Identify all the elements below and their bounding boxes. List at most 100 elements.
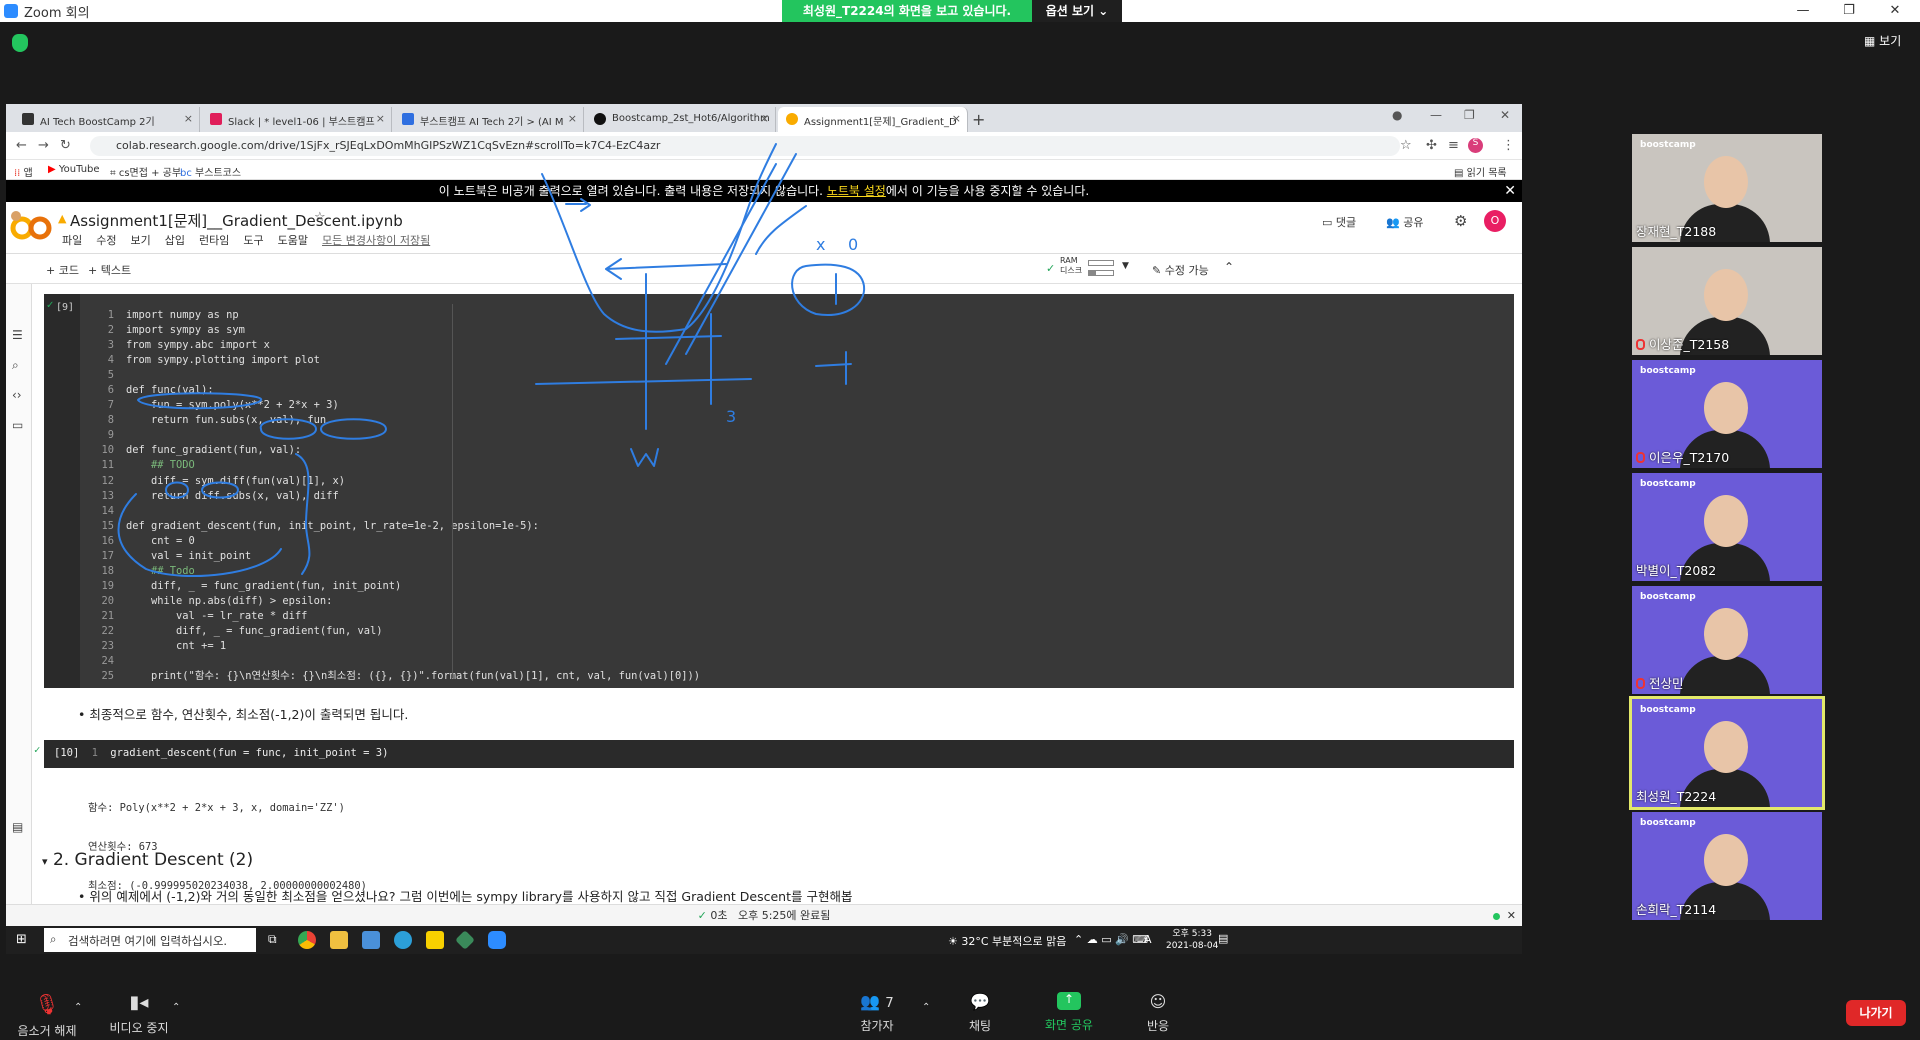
task-view-icon[interactable]: ⧉ — [268, 932, 277, 947]
windows-start-icon[interactable]: ⊞ — [16, 932, 27, 947]
menu-edit[interactable]: 수정 — [96, 232, 116, 248]
leave-meeting-button[interactable]: 나가기 — [1846, 1000, 1906, 1026]
tab-github[interactable]: Boostcamp_2st_Hot6/Algorithm × — [586, 107, 776, 132]
tab-ai-tech[interactable]: AI Tech BoostCamp 2기 × — [14, 107, 200, 132]
view-options-button[interactable]: 옵션 보기 ⌄ — [1032, 0, 1122, 22]
participant-tile[interactable]: boostcamp 손희락_T2114 — [1632, 812, 1822, 920]
view-layout-button[interactable]: ▦ 보기 — [1864, 32, 1901, 49]
tab-slack[interactable]: Slack | * level1-06 | 부스트캠프 × — [202, 107, 392, 132]
video-options-chevron[interactable]: ⌃ — [172, 1002, 180, 1013]
reload-icon[interactable]: ↻ — [60, 138, 71, 153]
browser-maximize-button[interactable]: ❐ — [1464, 108, 1475, 122]
participant-tile[interactable]: boostcamp 박별이_T2082 — [1632, 473, 1822, 581]
menu-runtime[interactable]: 런타임 — [199, 232, 229, 248]
zoom-taskbar-icon[interactable] — [488, 931, 506, 949]
menu-help[interactable]: 도움말 — [278, 232, 308, 248]
collapse-section-icon[interactable]: ▾ — [42, 855, 48, 868]
back-arrow-icon[interactable]: ← — [16, 138, 27, 153]
file-explorer-icon[interactable] — [330, 931, 348, 949]
maximize-button[interactable]: ❐ — [1826, 0, 1872, 22]
search-icon[interactable]: ⌕ — [12, 358, 19, 373]
add-text-button[interactable]: + 텍스트 — [88, 262, 131, 278]
ime-indicator[interactable]: A — [1144, 933, 1152, 946]
reading-list-icon[interactable]: ≡ — [1448, 138, 1459, 153]
bookmark-boostcourse[interactable]: bc 부스트코스 — [180, 164, 241, 179]
close-status-icon[interactable]: ✕ — [1507, 905, 1516, 927]
share-button[interactable]: 👥 공유 — [1386, 214, 1423, 230]
colab-logo[interactable] — [10, 206, 58, 246]
run-ok-icon[interactable]: ✓ — [46, 300, 54, 311]
code-editor[interactable]: 1 import numpy as np 2 import sympy as sym 3… — [88, 308, 700, 684]
close-tab-icon[interactable]: × — [568, 112, 577, 125]
resource-dropdown-icon[interactable]: ▼ — [1122, 261, 1129, 271]
forward-arrow-icon[interactable]: → — [38, 138, 49, 153]
share-screen-button[interactable]: ↑ 화면 공유 — [1036, 992, 1102, 1033]
menu-view[interactable]: 보기 — [131, 232, 151, 248]
bookmark-youtube[interactable]: ▶ YouTube — [48, 164, 100, 175]
collapse-chevron-icon[interactable]: ⌃ — [1224, 260, 1234, 274]
code-cell-10[interactable]: ✓ [10] 1 gradient_descent(fun = func, in… — [34, 740, 1514, 768]
audio-options-chevron[interactable]: ⌃ — [74, 1002, 82, 1013]
add-code-button[interactable]: + 코드 — [46, 262, 79, 278]
reactions-button[interactable]: ☺ 반응 — [1138, 992, 1178, 1034]
menu-tools[interactable]: 도구 — [243, 232, 263, 248]
url-field[interactable]: colab.research.google.com/drive/1SjFx_rS… — [90, 136, 1400, 156]
settings-gear-icon[interactable]: ⚙ — [1454, 212, 1467, 230]
close-tab-icon[interactable]: × — [184, 112, 193, 125]
profile-avatar[interactable]: S — [1468, 138, 1483, 153]
close-window-button[interactable]: ✕ — [1872, 0, 1918, 22]
chrome-menu-icon[interactable]: ⋮ — [1502, 138, 1515, 153]
saved-status[interactable]: 모든 변경사항이 저장됨 — [322, 232, 430, 248]
extensions-icon[interactable]: ✣ — [1426, 138, 1437, 153]
unmute-button[interactable]: 🎙 음소거 해제 — [12, 992, 82, 1039]
sticky-notes-icon[interactable] — [426, 931, 444, 949]
tab-colab[interactable]: Assignment1[문제]_Gradient_D × — [778, 107, 968, 132]
terminal-icon[interactable]: ▤ — [12, 820, 23, 834]
close-notice-icon[interactable]: ✕ — [1504, 180, 1516, 202]
bookmark-cs[interactable]: ⌗ cs면접 + 공부 — [110, 164, 181, 179]
comment-button[interactable]: ▭ 댓글 — [1322, 214, 1356, 230]
toc-icon[interactable]: ☰ — [12, 328, 23, 342]
notebook-title[interactable]: Assignment1[문제]__Gradient_Descent.ipynb — [70, 210, 403, 231]
menu-insert[interactable]: 삽입 — [165, 232, 185, 248]
reading-list-button[interactable]: ▤ 읽기 목록 — [1454, 164, 1507, 179]
resource-labels[interactable]: RAM 디스크 — [1060, 256, 1082, 276]
run-ok-icon[interactable]: ✓ — [34, 744, 40, 756]
participant-tile[interactable]: boostcamp 장재현_T2188 — [1632, 134, 1822, 242]
participants-chevron[interactable]: ⌃ — [922, 1002, 930, 1013]
chat-button[interactable]: 💬 채팅 — [960, 992, 1000, 1034]
weather-widget[interactable]: ☀ 32°C 부분적으로 맑음 — [948, 933, 1066, 949]
participant-tile[interactable]: boostcamp 최성원_T2224 — [1629, 696, 1825, 810]
star-icon[interactable]: ☆ — [314, 210, 326, 225]
security-shield-icon[interactable] — [12, 34, 28, 52]
files-folder-icon[interactable]: ▭ — [12, 418, 23, 432]
notebook-settings-link[interactable]: 노트북 설정 — [827, 184, 886, 198]
participants-button[interactable]: 👥 7 참가자 — [852, 992, 902, 1034]
notification-icon[interactable]: ▤ — [1218, 932, 1228, 945]
participant-tile[interactable]: 이상준_T2158 — [1632, 247, 1822, 355]
close-tab-icon[interactable]: × — [376, 112, 385, 125]
minimize-button[interactable]: — — [1780, 0, 1826, 22]
section-heading[interactable]: ▾ 2. Gradient Descent (2) — [42, 850, 253, 870]
code-cell-9[interactable]: ✓ [9] 1 import numpy as np 2 import sympy a… — [44, 294, 1514, 688]
code-snippets-icon[interactable]: ‹› — [12, 388, 22, 402]
close-tab-icon[interactable]: × — [952, 112, 961, 125]
edge-icon[interactable] — [394, 931, 412, 949]
participant-tile[interactable]: boostcamp 전상민 — [1632, 586, 1822, 694]
close-tab-icon[interactable]: × — [760, 112, 769, 125]
apps-grid-icon[interactable]: ⁞⁞ 앱 — [14, 164, 33, 179]
edit-mode-button[interactable]: ✎ 수정 가능 — [1152, 262, 1209, 278]
profile-circle-icon[interactable]: ● — [1392, 108, 1402, 122]
sourcetree-icon[interactable] — [455, 930, 475, 950]
browser-minimize-button[interactable]: — — [1430, 108, 1442, 122]
store-icon[interactable] — [362, 931, 380, 949]
taskbar-clock[interactable]: 오후 5:33 2021-08-04 — [1166, 928, 1218, 952]
tray-icons[interactable]: ⌃ ☁ ▭ 🔊 ⌨ — [1074, 933, 1148, 946]
chrome-icon[interactable] — [298, 931, 316, 949]
participant-tile[interactable]: boostcamp 이은우_T2170 — [1632, 360, 1822, 468]
tab-boostcamp[interactable]: 부스트캠프 AI Tech 2기 > (AI M × — [394, 107, 584, 132]
new-tab-button[interactable]: + — [972, 110, 985, 129]
user-avatar[interactable]: O — [1484, 210, 1506, 232]
bookmark-star-icon[interactable]: ☆ — [1400, 138, 1412, 153]
menu-file[interactable]: 파일 — [62, 232, 82, 248]
